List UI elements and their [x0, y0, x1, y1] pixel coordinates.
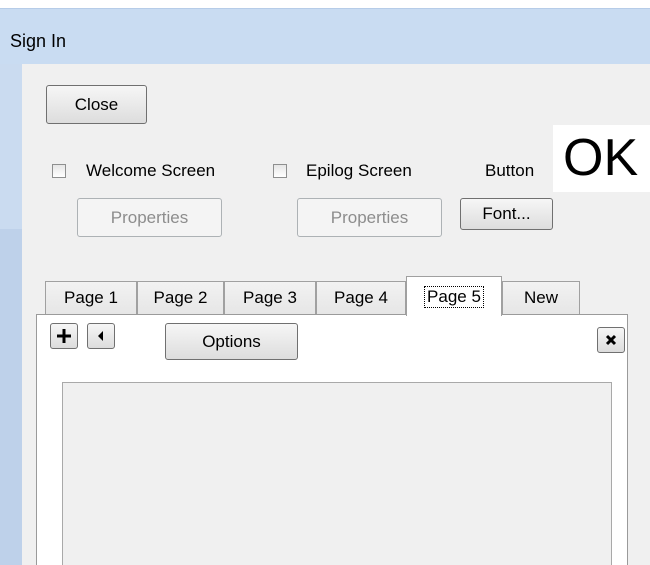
welcome-screen-checkbox[interactable]	[52, 164, 66, 178]
close-button[interactable]: Close	[46, 85, 147, 124]
left-arrow-icon	[98, 331, 103, 341]
welcome-properties-button[interactable]: Properties	[77, 198, 222, 237]
tab-page-5[interactable]: Page 5	[406, 276, 502, 316]
back-button[interactable]	[87, 323, 115, 349]
tab-page-3[interactable]: Page 3	[224, 281, 316, 314]
welcome-screen-label: Welcome Screen	[86, 161, 216, 180]
tab-page-1[interactable]: Page 1	[45, 281, 137, 314]
tab-page-4[interactable]: Page 4	[316, 281, 406, 314]
button-label: Button	[485, 161, 535, 180]
options-button[interactable]: Options	[165, 323, 298, 360]
page-content-area[interactable]	[62, 382, 612, 565]
tab-page-2[interactable]: Page 2	[137, 281, 224, 314]
epilog-screen-label: Epilog Screen	[306, 161, 412, 180]
add-button[interactable]	[50, 323, 78, 349]
plus-icon	[57, 329, 71, 343]
tab-new[interactable]: New	[502, 281, 580, 314]
epilog-properties-button[interactable]: Properties	[297, 198, 442, 237]
epilog-screen-checkbox[interactable]	[273, 164, 287, 178]
title-bar: Sign In	[0, 8, 650, 65]
window-title: Sign In	[10, 31, 67, 51]
close-icon	[605, 334, 617, 346]
button-preview-text: OK	[553, 125, 650, 192]
delete-page-button[interactable]	[597, 327, 625, 353]
font-button[interactable]: Font...	[460, 198, 553, 230]
background-window-edge	[0, 64, 22, 565]
